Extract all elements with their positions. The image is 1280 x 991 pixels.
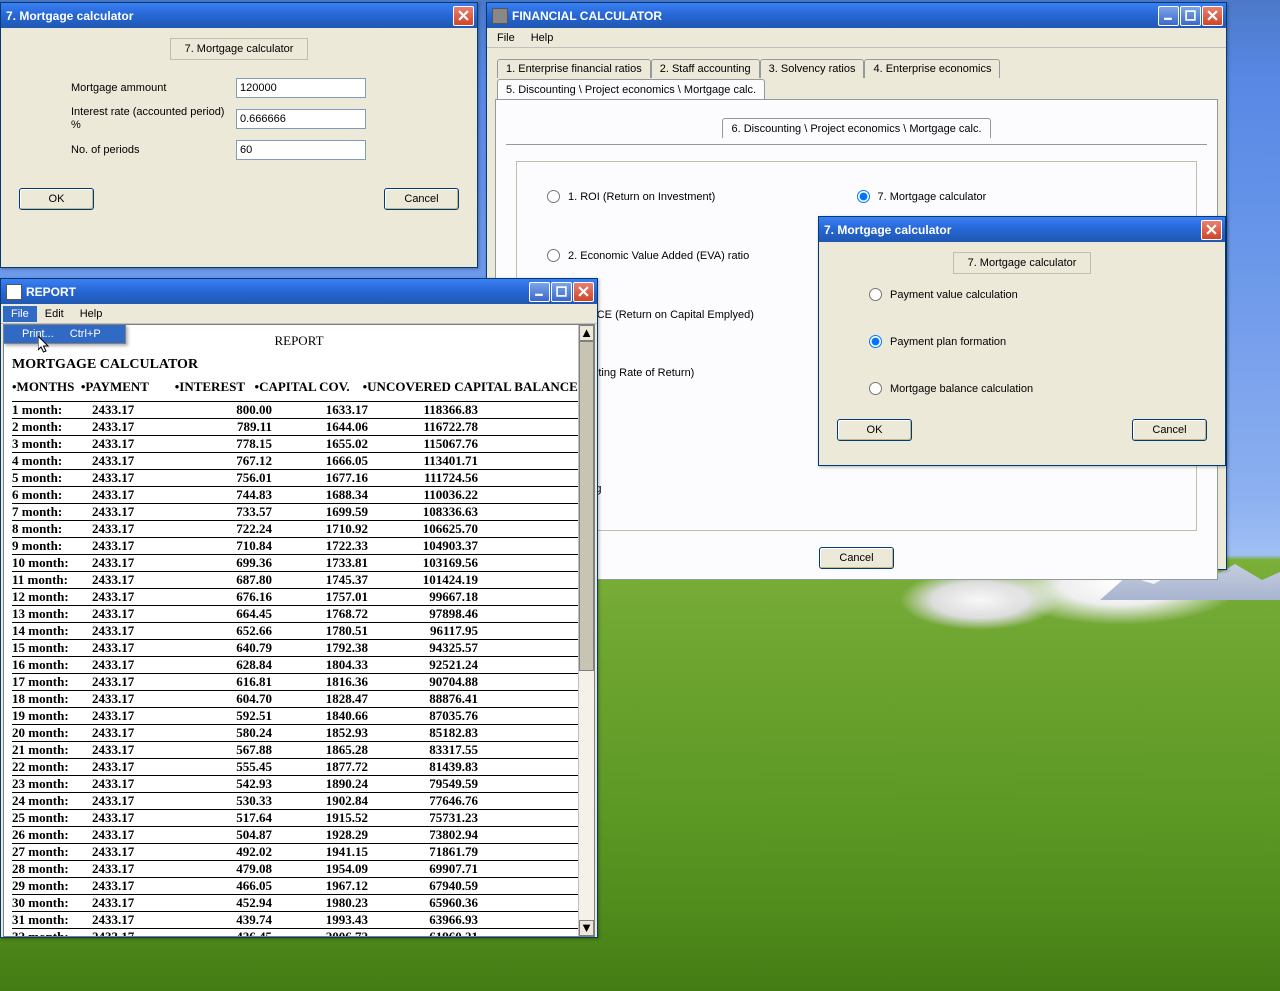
title-text: 7. Mortgage calculator [6, 9, 453, 23]
table-row: 26 month:2433.17504.871928.2973802.94 [12, 826, 586, 843]
table-row: 31 month:2433.17439.741993.4363966.93 [12, 911, 586, 928]
tab-staff-accounting[interactable]: 2. Staff accounting [651, 59, 760, 78]
radio-mortgage[interactable]: 7. Mortgage calculator [857, 190, 1167, 203]
table-row: 20 month:2433.17580.241852.9385182.83 [12, 724, 586, 741]
minimize-button[interactable] [1158, 6, 1179, 26]
cancel-button[interactable]: Cancel [819, 547, 894, 569]
title-text: REPORT [26, 285, 529, 299]
table-row: 8 month:2433.17722.241710.92106625.70 [12, 520, 586, 537]
menubar: File Edit Help Print... Ctrl+P [1, 304, 597, 324]
menu-file[interactable]: File [3, 306, 37, 322]
radio-balance[interactable]: Mortgage balance calculation [869, 382, 1175, 395]
table-row: 3 month:2433.17778.151655.02115067.76 [12, 435, 586, 452]
group-label: 7. Mortgage calculator [170, 38, 309, 60]
table-row: 7 month:2433.17733.571699.59108336.63 [12, 503, 586, 520]
table-row: 25 month:2433.17517.641915.5275731.23 [12, 809, 586, 826]
table-row: 10 month:2433.17699.361733.81103169.56 [12, 554, 586, 571]
rate-label: Interest rate (accounted period) % [71, 106, 236, 132]
report-heading: MORTGAGE CALCULATOR [12, 357, 586, 373]
tab-discounting[interactable]: 5. Discounting \ Project economics \ Mor… [497, 79, 765, 99]
amount-input[interactable] [236, 78, 366, 98]
title-text: 7. Mortgage calculator [824, 223, 1201, 237]
table-row: 2 month:2433.17789.111644.06116722.78 [12, 418, 586, 435]
table-row: 18 month:2433.17604.701828.4788876.41 [12, 690, 586, 707]
menu-help[interactable]: Help [523, 30, 562, 46]
title-text: FINANCIAL CALCULATOR [512, 9, 1158, 23]
table-row: 21 month:2433.17567.881865.2883317.55 [12, 741, 586, 758]
app-icon [492, 8, 508, 24]
minimize-button[interactable] [529, 282, 550, 302]
titlebar: REPORT [1, 279, 597, 304]
table-row: 32 month:2433.17426.452006.7261960.21 [12, 928, 586, 937]
menu-print[interactable]: Print... Ctrl+P [4, 325, 125, 343]
mouse-cursor-icon [38, 336, 50, 354]
maximize-button[interactable] [1180, 6, 1201, 26]
table-row: 27 month:2433.17492.021941.1571861.79 [12, 843, 586, 860]
ok-button[interactable]: OK [19, 188, 94, 210]
table-row: 5 month:2433.17756.011677.16111724.56 [12, 469, 586, 486]
scroll-track[interactable] [579, 341, 594, 920]
amount-label: Mortgage ammount [71, 82, 236, 94]
scroll-down-button[interactable]: ▼ [579, 920, 594, 936]
close-button[interactable] [453, 6, 474, 26]
maximize-button[interactable] [551, 282, 572, 302]
table-row: 12 month:2433.17676.161757.0199667.18 [12, 588, 586, 605]
table-row: 6 month:2433.17744.831688.34110036.22 [12, 486, 586, 503]
report-window: REPORT File Edit Help Print... Ctrl+P RE… [0, 278, 598, 938]
table-row: 4 month:2433.17767.121666.05113401.71 [12, 452, 586, 469]
table-row: 22 month:2433.17555.451877.7281439.83 [12, 758, 586, 775]
menu-file[interactable]: File [489, 30, 523, 46]
menu-help[interactable]: Help [72, 306, 111, 322]
app-icon [6, 284, 22, 300]
table-row: 9 month:2433.17710.841722.33104903.37 [12, 537, 586, 554]
periods-label: No. of periods [71, 144, 236, 156]
table-row: 1 month:2433.17800.001633.17118366.83 [12, 401, 586, 418]
titlebar: 7. Mortgage calculator [1, 3, 477, 28]
table-row: 11 month:2433.17687.801745.37101424.19 [12, 571, 586, 588]
close-button[interactable] [573, 282, 594, 302]
group-label: 7. Mortgage calculator [953, 252, 1092, 274]
report-rows: 1 month:2433.17800.001633.17118366.832 m… [12, 401, 586, 937]
titlebar: 7. Mortgage calculator [819, 217, 1225, 242]
table-row: 17 month:2433.17616.811816.3690704.88 [12, 673, 586, 690]
periods-input[interactable] [236, 140, 366, 160]
report-columns: •MONTHS •PAYMENT •INTEREST •CAPITAL COV.… [12, 379, 586, 395]
tab-enterprise-economics[interactable]: 4. Enterprise economics [864, 59, 1000, 78]
scroll-thumb[interactable] [579, 341, 594, 671]
ok-button[interactable]: OK [837, 419, 912, 441]
report-body: REPORT MORTGAGE CALCULATOR •MONTHS •PAYM… [3, 324, 595, 937]
menubar: File Help [487, 28, 1226, 48]
table-row: 13 month:2433.17664.451768.7297898.46 [12, 605, 586, 622]
radio-payment-value[interactable]: Payment value calculation [869, 288, 1175, 301]
menu-edit[interactable]: Edit [37, 306, 72, 322]
radio-eva[interactable]: 2. Economic Value Added (EVA) ratio [547, 249, 857, 262]
scroll-up-button[interactable]: ▲ [579, 325, 594, 341]
mortgage-mode-window: 7. Mortgage calculator 7. Mortgage calcu… [818, 216, 1226, 466]
close-button[interactable] [1202, 6, 1223, 26]
vertical-scrollbar[interactable]: ▲ ▼ [578, 325, 594, 936]
table-row: 30 month:2433.17452.941980.2365960.36 [12, 894, 586, 911]
table-row: 28 month:2433.17479.081954.0969907.71 [12, 860, 586, 877]
close-button[interactable] [1201, 220, 1222, 240]
subtab-discounting[interactable]: 6. Discounting \ Project economics \ Mor… [722, 118, 990, 138]
cancel-button[interactable]: Cancel [384, 188, 459, 210]
tabstrip: 1. Enterprise financial ratios 2. Staff … [495, 56, 1218, 100]
tab-solvency-ratios[interactable]: 3. Solvency ratios [760, 59, 865, 78]
table-row: 23 month:2433.17542.931890.2479549.59 [12, 775, 586, 792]
table-row: 14 month:2433.17652.661780.5196117.95 [12, 622, 586, 639]
radio-roi[interactable]: 1. ROI (Return on Investment) [547, 190, 857, 203]
mortgage-input-window: 7. Mortgage calculator 7. Mortgage calcu… [0, 2, 478, 268]
radio-payment-plan[interactable]: Payment plan formation [869, 335, 1175, 348]
table-row: 29 month:2433.17466.051967.1267940.59 [12, 877, 586, 894]
titlebar: FINANCIAL CALCULATOR [487, 3, 1226, 28]
table-row: 15 month:2433.17640.791792.3894325.57 [12, 639, 586, 656]
file-dropdown: Print... Ctrl+P [3, 324, 126, 344]
table-row: 19 month:2433.17592.511840.6687035.76 [12, 707, 586, 724]
table-row: 16 month:2433.17628.841804.3392521.24 [12, 656, 586, 673]
cancel-button[interactable]: Cancel [1132, 419, 1207, 441]
tab-enterprise-ratios[interactable]: 1. Enterprise financial ratios [497, 59, 651, 78]
rate-input[interactable] [236, 109, 366, 129]
table-row: 24 month:2433.17530.331902.8477646.76 [12, 792, 586, 809]
